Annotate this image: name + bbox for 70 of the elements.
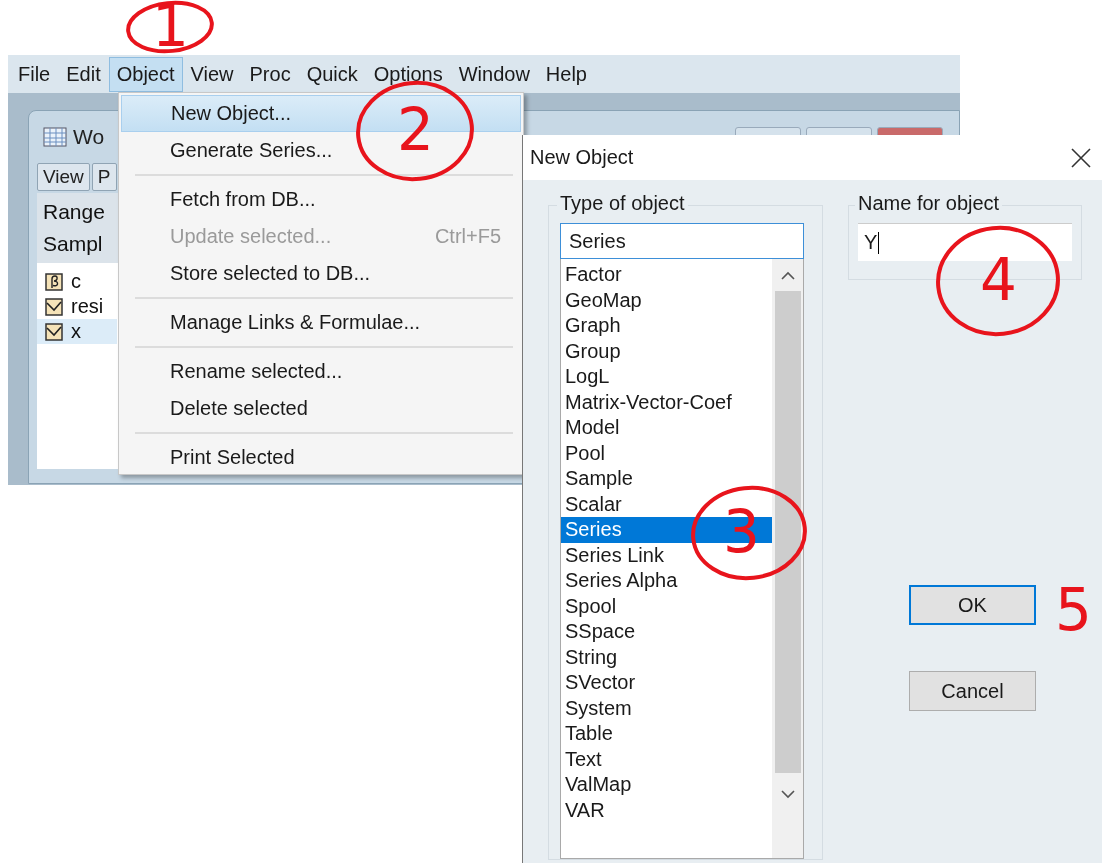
- scroll-down-icon[interactable]: [778, 787, 797, 801]
- menu-item-label: Manage Links & Formulae...: [170, 311, 421, 334]
- list-item[interactable]: Text: [561, 746, 772, 772]
- type-combo-field[interactable]: Series: [560, 223, 804, 259]
- list-item[interactable]: Group: [561, 338, 772, 364]
- menu-item[interactable]: File: [10, 56, 59, 92]
- menu-item[interactable]: Edit: [58, 56, 109, 92]
- scroll-thumb[interactable]: [774, 291, 801, 773]
- annotation-number: 5: [1055, 581, 1092, 639]
- menu-item-label: Update selected...: [170, 225, 332, 248]
- series-icon: [45, 322, 63, 341]
- dialog-button[interactable]: OK: [909, 585, 1036, 625]
- window-title: Wo: [73, 125, 105, 149]
- list-item[interactable]: VAR: [561, 797, 772, 823]
- group-label: Name for object: [855, 192, 1003, 215]
- dialog-title: New Object: [530, 146, 634, 169]
- list-item[interactable]: System: [561, 695, 772, 721]
- object-name: resi: [71, 295, 104, 318]
- list-item[interactable]: Spool: [561, 593, 772, 619]
- list-item[interactable]: SSpace: [561, 619, 772, 645]
- menu-item-label: Store selected to DB...: [170, 262, 371, 285]
- list-item[interactable]: Sample: [561, 466, 772, 492]
- grid-icon: [43, 127, 67, 147]
- menu-item-label: Rename selected...: [170, 360, 343, 383]
- menu-item-label: Fetch from DB...: [170, 188, 316, 211]
- menu-item[interactable]: Delete selected: [121, 390, 521, 427]
- toolbar-button[interactable]: View: [37, 163, 90, 191]
- list-item[interactable]: LogL: [561, 364, 772, 390]
- series-icon: [45, 297, 63, 316]
- toolbar-button[interactable]: P: [91, 163, 117, 191]
- list-item[interactable]: SVector: [561, 670, 772, 696]
- menu-item[interactable]: Store selected to DB...: [121, 255, 521, 292]
- menu-item[interactable]: Proc: [241, 56, 299, 92]
- menu-item[interactable]: Window: [450, 56, 538, 92]
- menu-item[interactable]: Help: [537, 56, 595, 92]
- menu-item-label: Generate Series...: [170, 139, 333, 162]
- menu-item[interactable]: View: [182, 56, 242, 92]
- scrollbar[interactable]: [772, 259, 803, 858]
- coefficient-icon: [45, 272, 63, 291]
- object-name: c: [71, 270, 81, 293]
- object-row[interactable]: x: [37, 319, 117, 344]
- list-item[interactable]: GeoMap: [561, 287, 772, 313]
- close-icon[interactable]: [1070, 146, 1092, 169]
- list-item[interactable]: Table: [561, 721, 772, 747]
- object-row[interactable]: resi: [37, 294, 117, 319]
- object-name: x: [71, 320, 81, 343]
- menu-item-label: Print Selected: [170, 446, 295, 469]
- list-item[interactable]: Series Alpha: [561, 568, 772, 594]
- menu-item[interactable]: Fetch from DB...: [121, 181, 521, 218]
- list-item[interactable]: Matrix-Vector-Coef: [561, 389, 772, 415]
- menu-item[interactable]: Manage Links & Formulae...: [121, 304, 521, 341]
- menu-item[interactable]: Rename selected...: [121, 353, 521, 390]
- info-label: Range: [43, 199, 105, 225]
- list-item[interactable]: String: [561, 644, 772, 670]
- info-label: Sampl: [43, 231, 103, 257]
- list-item[interactable]: Pool: [561, 440, 772, 466]
- group-label: Type of object: [557, 192, 688, 215]
- list-item[interactable]: Model: [561, 415, 772, 441]
- menu-item-label: Delete selected: [170, 397, 308, 420]
- menu-item[interactable]: Quick: [298, 56, 366, 92]
- dialog-button[interactable]: Cancel: [909, 671, 1036, 711]
- list-item[interactable]: Graph: [561, 313, 772, 339]
- menu-item[interactable]: Print Selected: [121, 439, 521, 476]
- shortcut-label: Ctrl+F5: [434, 225, 501, 248]
- list-item[interactable]: Factor: [561, 262, 772, 288]
- object-row[interactable]: c: [37, 269, 117, 294]
- menu-item[interactable]: Options: [365, 56, 451, 92]
- list-item[interactable]: ValMap: [561, 772, 772, 798]
- menu-item[interactable]: Object: [108, 56, 183, 92]
- menu-item-label: New Object...: [171, 102, 292, 125]
